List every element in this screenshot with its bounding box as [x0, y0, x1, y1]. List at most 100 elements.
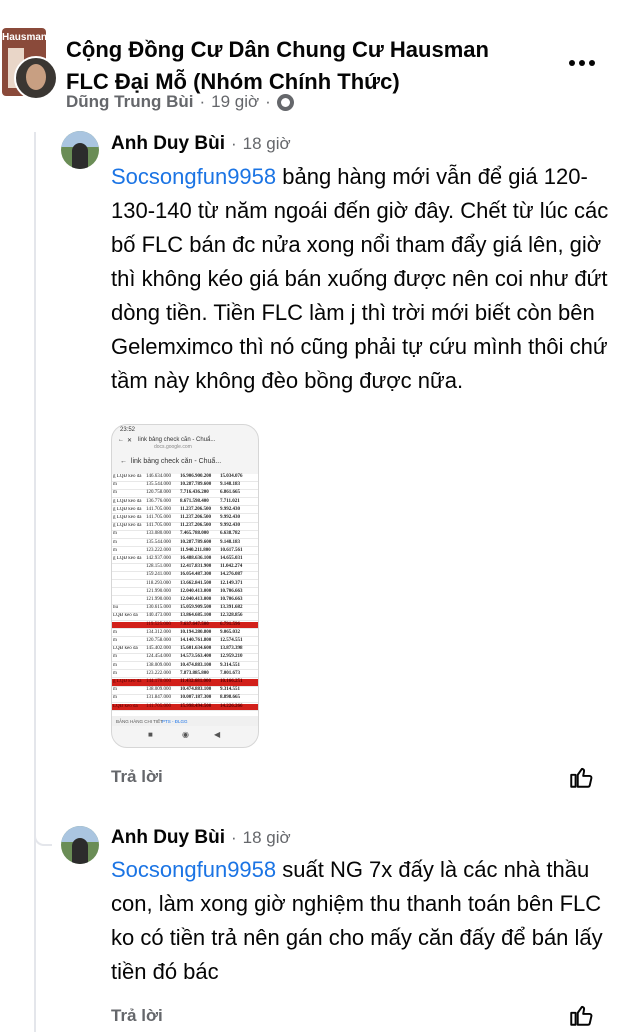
comment-separator: ·: [231, 134, 237, 153]
sheet-cell: 138.009.000: [146, 687, 171, 693]
sheet-cell: 9.065.032: [220, 629, 240, 635]
doc-title-bar: ← link bảng check căn - Chuẩ...: [120, 458, 250, 470]
sheet-cell: m: [113, 547, 117, 553]
sheet-cell: 10.194.280.800: [180, 629, 212, 635]
close-icon: ✕: [127, 438, 133, 444]
sheet-cell: LQĐ kéo đá: [113, 613, 138, 619]
sheet-cell: 9.148.183: [220, 539, 240, 545]
sheet-row: g LQĐ kéo đá 136.776.000 8.671.598.400 7.71…: [112, 499, 258, 507]
post-meta: Dũng Trung Bùi · 19 giờ ·: [66, 92, 294, 112]
reply-button[interactable]: Trả lời: [111, 767, 163, 787]
sheet-cell: 144.170.000: [146, 679, 171, 684]
sheet-row: m 120.758.000 7.716.436.200 6.861.665: [112, 490, 258, 498]
sheet-row: 121.990.000 12.040.413.000 10.706.663: [112, 597, 258, 605]
avatar-face: [26, 64, 46, 90]
post-time[interactable]: 19 giờ: [211, 92, 259, 112]
sheet-cell: 12.417.831.900: [180, 564, 212, 570]
comment-time[interactable]: 18 giờ: [243, 134, 291, 154]
home-icon: ◉: [182, 730, 189, 739]
back-icon: ◀: [214, 730, 221, 739]
spreadsheet: g LQĐ kéo đá 146.634.000 16.906.900.200 15.…: [112, 474, 258, 716]
sheet-cell: 135.544.000: [146, 482, 171, 488]
sheet-cell: 11.237.206.500: [180, 506, 211, 512]
comment-body: Socsongfun9958 bảng hàng mới vẫn để giá …: [111, 160, 611, 398]
sheet-row: m 120.758.000 14.140.761.800 12.574.551: [112, 638, 258, 646]
sheet-cell: 7.001.673: [220, 670, 240, 676]
sheet-row: g LQĐ kéo đá 141.705.000 11.237.206.500 9.9…: [112, 515, 258, 523]
sheet-cell: 136.776.000: [146, 498, 171, 504]
sheet-cell: m: [113, 654, 117, 660]
meta-separator: ·: [265, 92, 271, 111]
sheet-cell: 141.705.000: [146, 506, 171, 512]
sheet-cell: g LQĐ kéo đá: [113, 556, 142, 561]
sheet-cell: 9.992.430: [220, 506, 240, 512]
sheet-row: m 131.847.000 10.007.187.300 8.898.665: [112, 695, 258, 703]
more-dot: [569, 60, 575, 66]
thread-connector: [34, 830, 52, 846]
sheet-cell: m: [113, 539, 117, 545]
sheet-cell: 7.465.788.000: [180, 531, 209, 537]
sheet-cell: 9.314.551: [220, 687, 240, 693]
sheet-cell: m: [113, 670, 117, 676]
sheet-tab: BẢNG HÀNG CHI TIẾT: [116, 719, 163, 724]
comment-header: Anh Duy Bùi · 18 giờ: [111, 133, 291, 155]
browser-title: link bảng check căn - Chuẩ...: [138, 437, 216, 443]
sheet-cell: 145.402.000: [146, 646, 171, 652]
group-title[interactable]: Cộng Đồng Cư Dân Chung Cư Hausman FLC Đạ…: [66, 34, 536, 98]
sheet-cell: m: [113, 638, 117, 643]
group-avatar-label: Hausman: [2, 32, 46, 43]
thumbs-up-icon[interactable]: [568, 1002, 594, 1028]
sheet-cell: 8.671.598.400: [180, 498, 209, 504]
sheet-cell: 16.054.487.300: [180, 572, 212, 578]
sheet-cell: hu: [113, 605, 118, 611]
sheet-cell: 9.992.430: [220, 523, 240, 529]
sheet-cell: 10.007.187.300: [180, 695, 212, 701]
comment-time[interactable]: 18 giờ: [243, 828, 291, 848]
meta-separator: ·: [199, 92, 206, 111]
post-author[interactable]: Dũng Trung Bùi: [66, 92, 193, 112]
comment-author[interactable]: Anh Duy Bùi: [111, 133, 225, 155]
more-dot: [579, 60, 585, 66]
sheet-row: m 134.312.000 10.194.280.800 9.065.032: [112, 630, 258, 638]
sheet-cell: g LQĐ kéo đá: [113, 506, 142, 512]
more-options-button[interactable]: [562, 48, 602, 78]
sheet-cell: 10.706.663: [220, 588, 243, 594]
comment-avatar[interactable]: [61, 826, 99, 864]
author-avatar[interactable]: [14, 56, 58, 100]
sheet-cell: 121.990.000: [146, 597, 171, 602]
sheet-cell: 16.488.636.100: [180, 556, 212, 561]
sheet-cell: g LQĐ kéo đá: [113, 498, 142, 504]
comment-image[interactable]: 23:52 ← ✕ link bảng check căn - Chuẩ... …: [111, 424, 259, 748]
thumbs-up-icon[interactable]: [568, 764, 594, 790]
sheet-row: 121.990.000 12.040.413.000 10.706.663: [112, 589, 258, 597]
sheet-cell: 12.959.210: [220, 654, 243, 660]
sheet-cell: 6.791.596: [220, 621, 240, 627]
sheet-cell: 13.662.841.500: [180, 580, 212, 586]
sheet-cell: 9.148.183: [220, 482, 240, 488]
comment-header: Anh Duy Bùi · 18 giờ: [111, 827, 291, 849]
sheet-row: 118.293.000 13.662.841.500 12.149.371: [112, 581, 258, 589]
sheet-cell: 10.474.883.100: [180, 687, 212, 693]
mention-link[interactable]: Socsongfun9958: [111, 857, 276, 882]
sheet-cell: 11.237.206.500: [180, 523, 211, 529]
comment-author[interactable]: Anh Duy Bùi: [111, 827, 225, 849]
reply-button[interactable]: Trả lời: [111, 1006, 163, 1026]
sheet-row: m 123.222.000 7.873.885.800 7.001.673: [112, 671, 258, 679]
doc-back-icon: ←: [120, 458, 131, 465]
sheet-cell: 119.525.000: [146, 621, 171, 627]
sheet-cell: 12.328.856: [220, 613, 243, 619]
comment-avatar[interactable]: [61, 131, 99, 169]
mention-link[interactable]: Socsongfun9958: [111, 164, 276, 189]
sheet-cell: 15.998.494.500: [180, 703, 212, 709]
post-header: Hausman Cộng Đồng Cư Dân Chung Cư Hausma…: [0, 0, 619, 132]
sheet-row: hu 130.615.000 15.059.909.500 13.391.682: [112, 605, 258, 613]
sheet-row: LQĐ kéo đá 145.402.000 15.601.634.600 13.87…: [112, 646, 258, 654]
recent-apps-icon: ■: [148, 730, 153, 739]
sheet-cell: 10.287.789.600: [180, 482, 212, 488]
sheet-cell: 12.574.551: [220, 638, 243, 643]
sheet-cell: 133.080.000: [146, 531, 171, 537]
sheet-cell: 131.847.000: [146, 695, 171, 701]
sheet-cell: m: [113, 629, 117, 635]
sheet-cell: g LQĐ kéo đá: [113, 474, 142, 479]
sheet-row: g LQĐ kéo đá 142.937.000 16.488.636.100 14.…: [112, 556, 258, 564]
